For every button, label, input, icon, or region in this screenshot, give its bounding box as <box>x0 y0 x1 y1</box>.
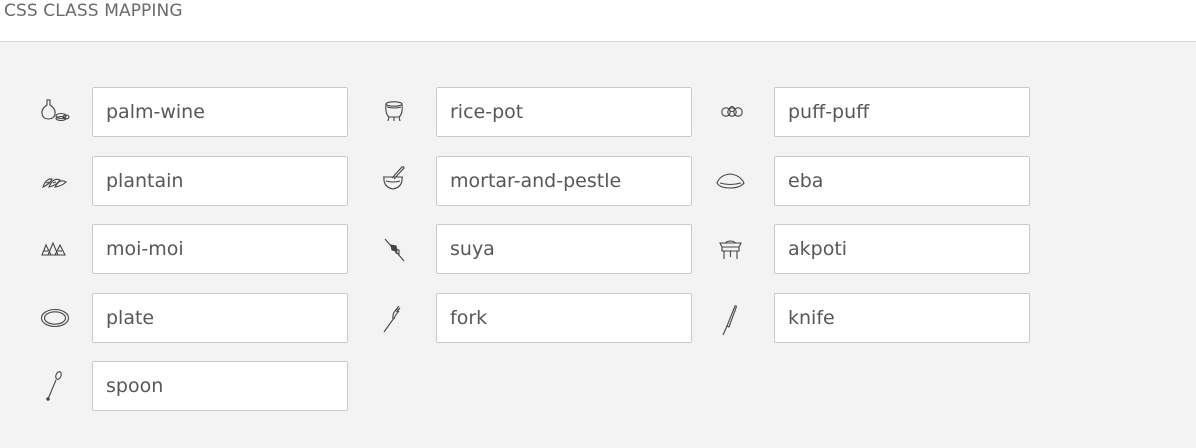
mapping-row-eba <box>716 156 1056 206</box>
header: CSS CLASS MAPPING <box>0 0 1196 42</box>
plantain-icon <box>34 161 74 201</box>
suya-icon <box>378 229 418 269</box>
mapping-row-palm-wine <box>34 87 374 137</box>
knife-icon <box>716 298 756 338</box>
mapping-row-rice-pot <box>378 87 718 137</box>
page-title: CSS CLASS MAPPING <box>4 1 183 21</box>
fork-class-input[interactable] <box>436 293 692 343</box>
akpoti-class-input[interactable] <box>774 224 1030 274</box>
mortar-and-pestle-class-input[interactable] <box>436 156 692 206</box>
moi-moi-class-input[interactable] <box>92 224 348 274</box>
rice-pot-icon <box>378 92 418 132</box>
mapping-row-plate <box>34 293 374 343</box>
mapping-row-akpoti <box>716 224 1056 274</box>
mapping-row-suya <box>378 224 718 274</box>
mapping-row-puff-puff <box>716 87 1056 137</box>
rice-pot-class-input[interactable] <box>436 87 692 137</box>
akpoti-icon <box>716 229 756 269</box>
palm-wine-icon <box>34 92 74 132</box>
mapping-row-mortar-and-pestle <box>378 156 718 206</box>
suya-class-input[interactable] <box>436 224 692 274</box>
plate-class-input[interactable] <box>92 293 348 343</box>
eba-class-input[interactable] <box>774 156 1030 206</box>
plate-icon <box>34 298 74 338</box>
mapping-panel <box>0 42 1196 448</box>
eba-icon <box>716 161 756 201</box>
mapping-row-plantain <box>34 156 374 206</box>
mapping-row-spoon <box>34 361 374 411</box>
mapping-row-knife <box>716 293 1056 343</box>
plantain-class-input[interactable] <box>92 156 348 206</box>
mapping-row-fork <box>378 293 718 343</box>
fork-icon <box>378 298 418 338</box>
spoon-class-input[interactable] <box>92 361 348 411</box>
moi-moi-icon <box>34 229 74 269</box>
puff-puff-icon <box>716 92 756 132</box>
mortar-and-pestle-icon <box>378 161 418 201</box>
mapping-row-moi-moi <box>34 224 374 274</box>
puff-puff-class-input[interactable] <box>774 87 1030 137</box>
spoon-icon <box>34 366 74 406</box>
knife-class-input[interactable] <box>774 293 1030 343</box>
palm-wine-class-input[interactable] <box>92 87 348 137</box>
